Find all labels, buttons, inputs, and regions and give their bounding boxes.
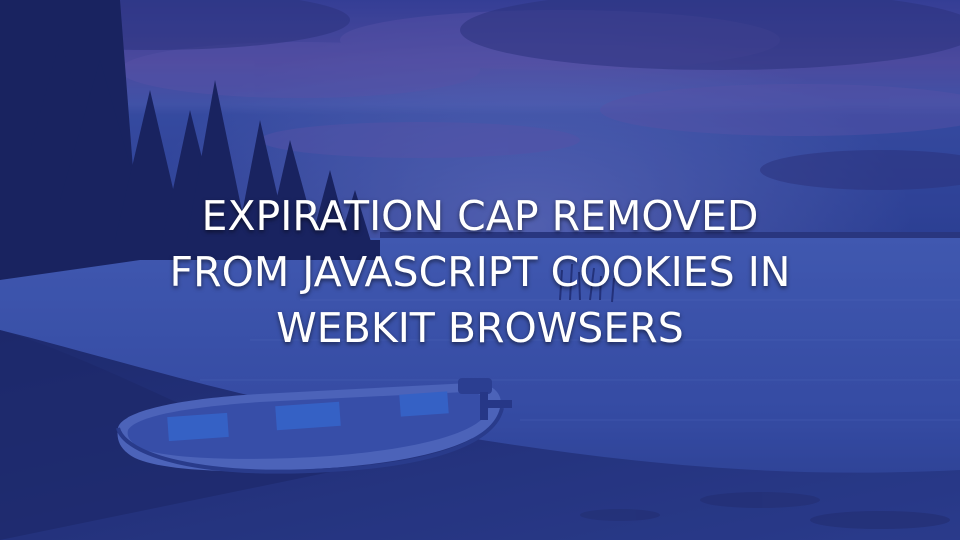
hero-banner: EXPIRATION CAP REMOVED FROM JAVASCRIPT C… — [0, 0, 960, 540]
headline-line-1: EXPIRATION CAP REMOVED — [201, 192, 759, 240]
article-headline: EXPIRATION CAP REMOVED FROM JAVASCRIPT C… — [0, 188, 960, 356]
headline-line-3: WEBKIT BROWSERS — [276, 304, 684, 352]
headline-line-2: FROM JAVASCRIPT COOKIES IN — [169, 248, 791, 296]
